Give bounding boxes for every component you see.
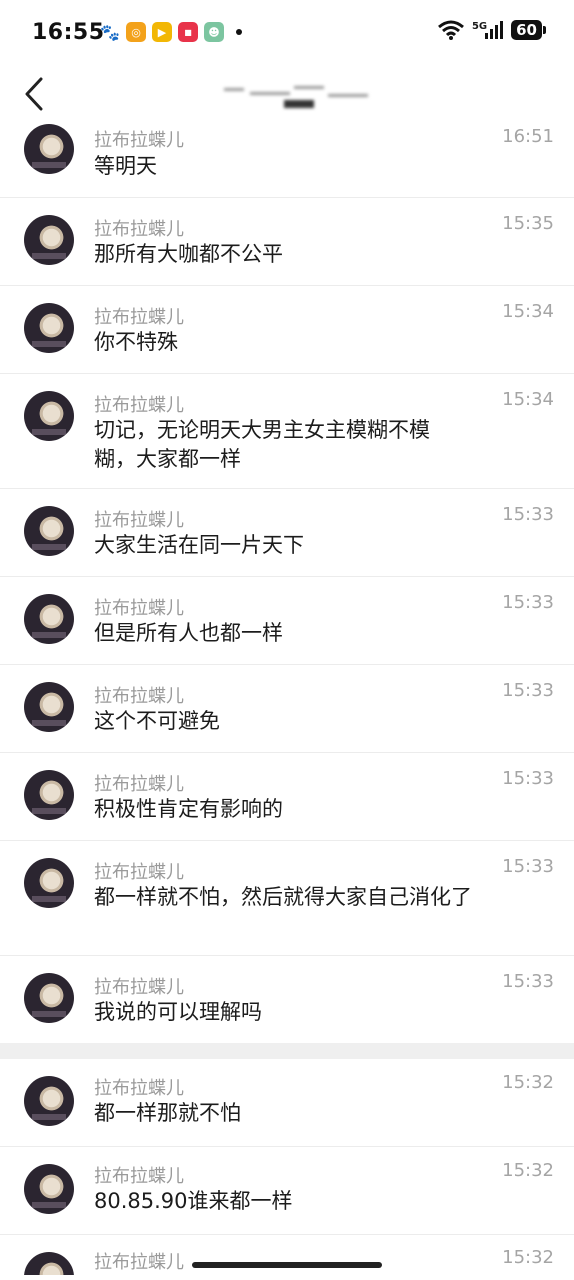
avatar[interactable] (24, 215, 74, 265)
message-text: 都一样就不怕，然后就得大家自己消化了 (94, 885, 472, 909)
message-text: 你不特殊 (94, 330, 178, 354)
avatar[interactable] (24, 1252, 74, 1275)
sender-name: 拉布拉蝶儿 (94, 130, 184, 151)
message-time: 15:32 (502, 1072, 554, 1093)
sender-name: 拉布拉蝶儿 (94, 977, 184, 998)
message-row[interactable]: 拉布拉蝶儿 15:35 那所有大咖都不公平 (0, 198, 574, 286)
status-time: 16:55 (32, 20, 105, 45)
avatar[interactable] (24, 858, 74, 908)
avatar[interactable] (24, 303, 74, 353)
video-app-icon: ▶ (152, 22, 172, 42)
sender-name: 拉布拉蝶儿 (94, 1252, 184, 1273)
message-list[interactable]: 拉布拉蝶儿 16:51 等明天 拉布拉蝶儿 15:35 那所有大咖都不公平 拉布… (0, 122, 574, 1275)
sender-name: 拉布拉蝶儿 (94, 598, 184, 619)
wifi-icon (437, 20, 464, 40)
home-indicator[interactable] (192, 1262, 382, 1268)
nav-bar (0, 66, 574, 122)
message-row[interactable]: 拉布拉蝶儿 15:33 这个不可避免 (0, 665, 574, 753)
network-type: 5G (471, 21, 488, 32)
message-text: 等明天 (94, 154, 157, 178)
message-row[interactable]: 拉布拉蝶儿 15:33 我说的可以理解吗 (0, 956, 574, 1043)
chevron-left-icon (25, 77, 43, 111)
avatar[interactable] (24, 506, 74, 556)
message-text: 都一样那就不怕 (94, 1101, 241, 1125)
baidu-app-icon: 🐾 (100, 22, 120, 42)
message-text: 这个不可避免 (94, 709, 220, 733)
page-title-redacted (224, 78, 374, 110)
message-time: 15:32 (502, 1160, 554, 1181)
status-right: 5G 60 (437, 20, 546, 40)
avatar[interactable] (24, 124, 74, 174)
app-icon-orange: ◎ (126, 22, 146, 42)
message-time: 15:34 (502, 301, 554, 322)
message-time: 15:33 (502, 592, 554, 613)
sender-name: 拉布拉蝶儿 (94, 1166, 184, 1187)
avatar[interactable] (24, 594, 74, 644)
message-row[interactable]: 拉布拉蝶儿 15:32 80.85.90谁来都一样 (0, 1147, 574, 1235)
avatar[interactable] (24, 770, 74, 820)
avatar[interactable] (24, 973, 74, 1023)
message-text: 80.85.90谁来都一样 (94, 1189, 293, 1213)
sender-name: 拉布拉蝶儿 (94, 219, 184, 240)
message-time: 15:33 (502, 768, 554, 789)
battery-icon: 60 (511, 20, 546, 40)
message-row[interactable]: 拉布拉蝶儿 15:33 积极性肯定有影响的 (0, 753, 574, 841)
message-row[interactable]: 拉布拉蝶儿 15:32 (0, 1235, 574, 1275)
sender-name: 拉布拉蝶儿 (94, 686, 184, 707)
avatar[interactable] (24, 682, 74, 732)
message-time: 15:33 (502, 971, 554, 992)
sender-name: 拉布拉蝶儿 (94, 307, 184, 328)
message-row[interactable]: 拉布拉蝶儿 15:34 切记，无论明天大男主女主模糊不模糊，大家都一样 (0, 374, 574, 489)
avatar[interactable] (24, 391, 74, 441)
message-text: 大家生活在同一片天下 (94, 533, 304, 557)
message-time: 16:51 (502, 126, 554, 147)
status-bar: 16:55 🐾 ◎ ▶ ■ ☻ 5G 60 (0, 0, 574, 66)
message-row[interactable]: 拉布拉蝶儿 15:33 都一样就不怕，然后就得大家自己消化了 (0, 841, 574, 956)
message-text: 但是所有人也都一样 (94, 621, 283, 645)
message-row[interactable]: 拉布拉蝶儿 15:34 你不特殊 (0, 286, 574, 374)
red-app-icon: ■ (178, 22, 198, 42)
message-time: 15:33 (502, 856, 554, 877)
more-notifications-icon (236, 29, 242, 35)
message-text: 积极性肯定有影响的 (94, 797, 283, 821)
message-row[interactable]: 拉布拉蝶儿 16:51 等明天 (0, 122, 574, 198)
green-app-icon: ☻ (204, 22, 224, 42)
message-row[interactable]: 拉布拉蝶儿 15:33 但是所有人也都一样 (0, 577, 574, 665)
message-time: 15:32 (502, 1247, 554, 1268)
message-time: 15:35 (502, 213, 554, 234)
sender-name: 拉布拉蝶儿 (94, 862, 184, 883)
notification-icons: 🐾 ◎ ▶ ■ ☻ (100, 22, 242, 42)
signal-icon: 5G (471, 21, 504, 39)
sender-name: 拉布拉蝶儿 (94, 1078, 184, 1099)
section-divider (0, 1043, 574, 1059)
sender-name: 拉布拉蝶儿 (94, 774, 184, 795)
message-row[interactable]: 拉布拉蝶儿 15:32 都一样那就不怕 (0, 1059, 574, 1147)
message-time: 15:34 (502, 389, 554, 410)
message-text: 我说的可以理解吗 (94, 1000, 262, 1024)
message-time: 15:33 (502, 680, 554, 701)
avatar[interactable] (24, 1076, 74, 1126)
message-row[interactable]: 拉布拉蝶儿 15:33 大家生活在同一片天下 (0, 489, 574, 577)
sender-name: 拉布拉蝶儿 (94, 510, 184, 531)
avatar[interactable] (24, 1164, 74, 1214)
back-button[interactable] (14, 70, 54, 118)
message-time: 15:33 (502, 504, 554, 525)
sender-name: 拉布拉蝶儿 (94, 395, 184, 416)
message-text: 切记，无论明天大男主女主模糊不模糊，大家都一样 (94, 418, 430, 471)
message-text: 那所有大咖都不公平 (94, 242, 283, 266)
